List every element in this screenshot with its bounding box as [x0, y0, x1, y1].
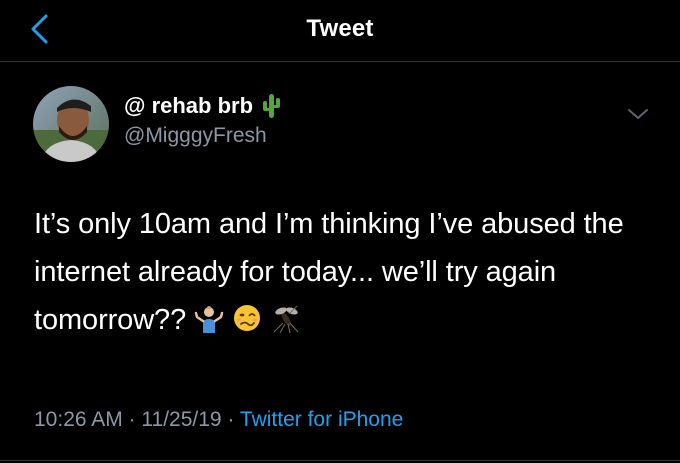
tweet-text: It’s only 10am and I’m thinking I’ve abu…: [34, 200, 664, 344]
user-handle[interactable]: @MigggyFresh: [124, 124, 267, 148]
person-shrugging-icon: [194, 306, 224, 334]
display-name[interactable]: @ rehab brb: [124, 93, 253, 119]
page-title: Tweet: [306, 15, 374, 42]
meta-separator: ·: [227, 408, 235, 431]
top-bar: Tweet: [0, 0, 680, 62]
tweet-source-link[interactable]: Twitter for iPhone: [240, 408, 403, 431]
avatar-image: [33, 86, 109, 162]
meta-separator: ·: [128, 408, 136, 431]
avatar[interactable]: [33, 86, 109, 162]
divider: [0, 460, 680, 461]
mosquito-icon: [273, 305, 299, 334]
tweet-body: It’s only 10am and I’m thinking I’ve abu…: [34, 208, 624, 336]
tweet-time: 10:26 AM: [34, 408, 123, 431]
emoji-group: [194, 303, 300, 334]
tweet-meta: 10:26 AM · 11/25/19 · Twitter for iPhone: [34, 408, 403, 432]
cactus-icon: [263, 94, 281, 118]
chevron-down-icon[interactable]: [626, 104, 650, 124]
woozy-face-icon: [234, 305, 261, 332]
tweet-date: 11/25/19: [141, 408, 222, 431]
display-name-row[interactable]: @ rehab brb: [124, 92, 281, 120]
